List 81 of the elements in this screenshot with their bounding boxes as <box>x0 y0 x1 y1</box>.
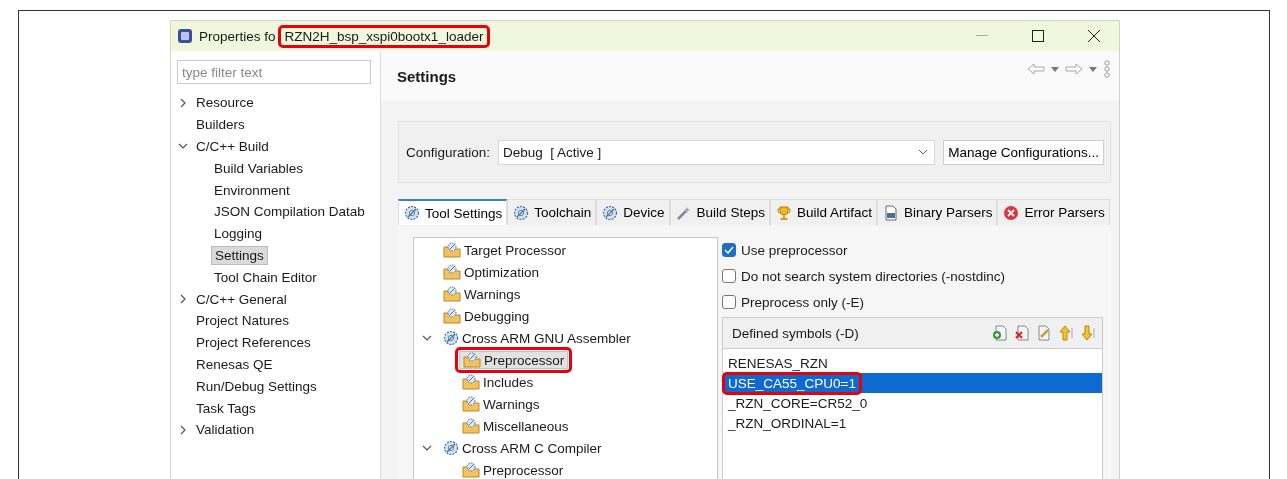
sidebar-item[interactable]: Project Natures <box>193 312 293 330</box>
tab[interactable]: Binary Parsers <box>876 199 998 225</box>
sidebar-item[interactable]: Settings <box>211 245 268 265</box>
gear-icon <box>602 204 619 221</box>
close-icon[interactable] <box>1088 30 1100 42</box>
folder-gear-icon <box>443 264 461 280</box>
checkbox-label: Do not search system directories (-nostdinc) <box>741 268 1006 284</box>
symbol-text: _RZN_CORE=CR52_0 <box>726 395 869 411</box>
checkbox-label: Preprocess only (-E) <box>741 294 865 310</box>
sidebar-item[interactable]: Task Tags <box>193 399 259 417</box>
sidebar-item[interactable]: C/C++ Build <box>193 138 272 155</box>
tree-item[interactable]: Warnings <box>459 396 543 412</box>
binary-file-icon <box>882 204 899 221</box>
chevron-down-icon[interactable] <box>918 149 929 155</box>
folder-gear-icon <box>462 374 480 390</box>
gear-icon <box>443 440 459 456</box>
folder-gear-icon <box>462 396 480 412</box>
folder-gear-icon <box>443 242 461 258</box>
list-item[interactable]: _RZN_ORDINAL=1 <box>723 413 1102 433</box>
gear-icon <box>443 330 459 346</box>
sidebar-item[interactable]: Build Variables <box>211 159 307 177</box>
maximize-icon[interactable] <box>1032 30 1044 42</box>
move-down-icon[interactable] <box>1080 325 1096 341</box>
folder-gear-icon <box>443 308 461 324</box>
edit-file-icon[interactable] <box>1036 325 1052 341</box>
sidebar-item[interactable]: Run/Debug Settings <box>193 377 320 395</box>
symbol-text: _RZN_ORDINAL=1 <box>726 415 848 431</box>
folder-gear-icon <box>443 286 461 302</box>
folder-gear-icon <box>462 418 480 434</box>
sidebar-item[interactable]: C/C++ General <box>193 290 290 308</box>
list-item[interactable]: RENESAS_RZN <box>723 353 1102 373</box>
tab[interactable]: Device <box>596 199 670 225</box>
trophy-icon <box>775 204 792 221</box>
move-up-icon[interactable] <box>1058 325 1074 341</box>
tree-item[interactable]: Cross ARM C Compiler <box>440 440 605 456</box>
tab[interactable]: Tool Settings <box>398 199 508 225</box>
add-file-icon[interactable] <box>992 325 1008 341</box>
configuration-dropdown[interactable]: Debug [ Active ] <box>498 139 936 165</box>
tab[interactable]: Error Parsers <box>997 199 1110 225</box>
symbol-text: RENESAS_RZN <box>727 355 829 371</box>
sidebar-item[interactable]: Builders <box>193 116 248 134</box>
group-title: Defined symbols (-D) <box>732 325 860 341</box>
folder-gear-icon <box>462 462 480 478</box>
error-icon <box>1003 204 1020 221</box>
dropdown-icon[interactable] <box>1089 66 1097 72</box>
manage-configurations-button[interactable]: Manage Configurations... <box>943 139 1104 165</box>
tree-item[interactable]: Optimization <box>440 264 543 280</box>
filter-field[interactable]: type filter text <box>177 60 371 84</box>
sidebar-item[interactable]: JSON Compilation Datab <box>211 203 368 221</box>
sidebar-item[interactable]: Renesas QE <box>193 355 276 373</box>
sidebar-item[interactable]: Logging <box>211 225 266 243</box>
folder-gear-icon <box>463 352 481 368</box>
tree-item[interactable]: Miscellaneous <box>459 418 572 434</box>
gear-icon <box>513 204 530 221</box>
window-title: Properties fo <box>199 28 276 44</box>
tree-item[interactable]: Target Processor <box>440 242 570 258</box>
tree-item[interactable]: Includes <box>459 374 537 390</box>
checkbox[interactable] <box>722 269 736 283</box>
tree-item[interactable]: Warnings <box>440 286 524 302</box>
sidebar-item[interactable]: Environment <box>211 181 293 199</box>
checkbox-label: Use preprocessor <box>741 242 848 258</box>
sidebar-item[interactable]: Validation <box>193 421 258 439</box>
sidebar-item[interactable]: Resource <box>193 94 257 112</box>
delete-file-icon[interactable] <box>1014 325 1030 341</box>
tree-item[interactable]: Cross ARM GNU Assembler <box>440 330 634 346</box>
page-title: Settings <box>397 67 458 85</box>
sidebar-item[interactable]: Project References <box>193 334 314 352</box>
tab[interactable]: Toolchain <box>507 199 597 225</box>
gear-icon <box>404 205 420 221</box>
tree-item[interactable]: Debugging <box>440 308 533 324</box>
checkbox[interactable] <box>722 295 736 309</box>
list-item[interactable]: USE_CA55_CPU0=1 <box>723 373 1102 393</box>
dropdown-icon[interactable] <box>1051 66 1059 72</box>
tab[interactable]: Build Steps <box>669 199 770 225</box>
configuration-label: Configuration: <box>406 144 491 160</box>
checkbox[interactable] <box>722 243 736 257</box>
sidebar-item[interactable]: Tool Chain Editor <box>211 268 320 286</box>
list-item[interactable]: _RZN_CORE=CR52_0 <box>723 393 1102 413</box>
app-icon <box>177 28 193 44</box>
tree-item[interactable]: Preprocessor <box>459 462 567 478</box>
tab[interactable]: Build Artifact <box>769 199 877 225</box>
